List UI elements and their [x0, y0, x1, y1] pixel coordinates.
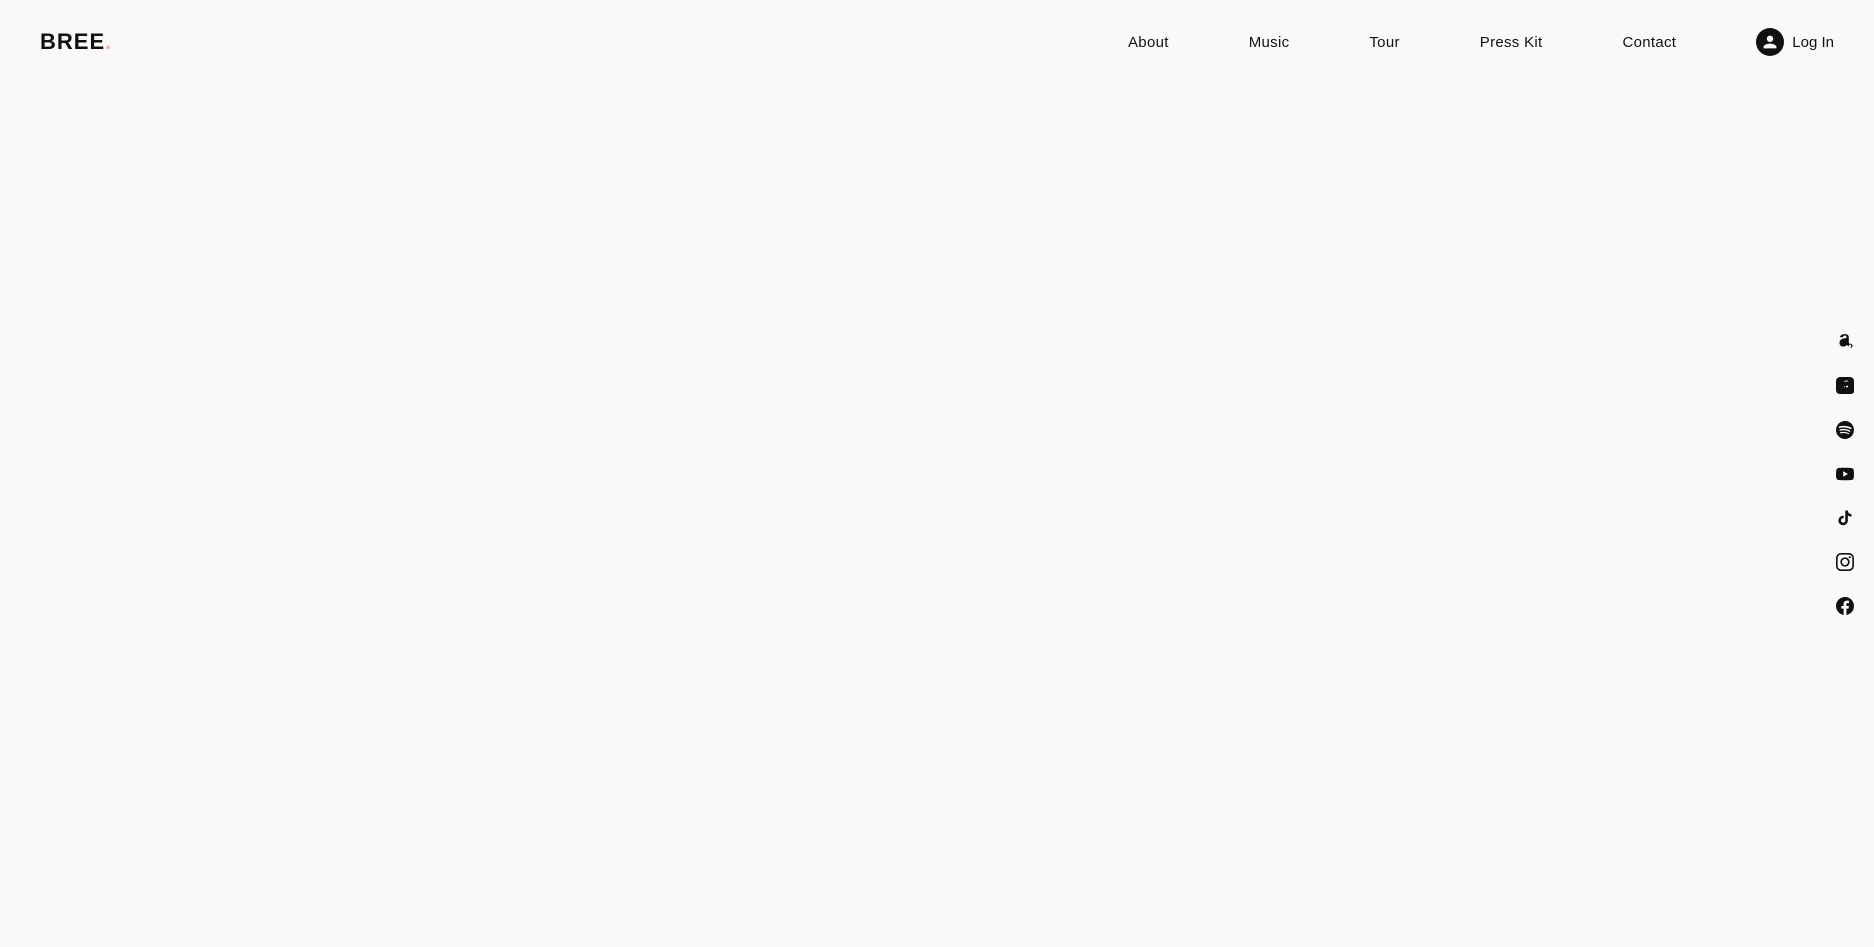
- spotify-icon[interactable]: [1834, 419, 1856, 441]
- instagram-icon[interactable]: [1834, 551, 1856, 573]
- nav-music[interactable]: Music: [1249, 34, 1290, 51]
- login-button[interactable]: Log In: [1756, 28, 1834, 56]
- site-header: BREE. About Music Tour Press Kit Contact…: [0, 0, 1874, 84]
- logo-dot: .: [105, 29, 112, 54]
- social-sidebar: [1834, 331, 1856, 617]
- amazon-music-icon[interactable]: [1834, 331, 1856, 353]
- nav-contact[interactable]: Contact: [1622, 34, 1676, 51]
- person-icon: [1762, 34, 1778, 50]
- nav-press-kit[interactable]: Press Kit: [1480, 34, 1543, 51]
- nav-about[interactable]: About: [1128, 34, 1169, 51]
- apple-music-icon[interactable]: [1834, 375, 1856, 397]
- account-icon: [1756, 28, 1784, 56]
- main-content: [0, 0, 1874, 863]
- login-label: Log In: [1792, 34, 1834, 51]
- youtube-icon[interactable]: [1834, 463, 1856, 485]
- nav-tour[interactable]: Tour: [1369, 34, 1399, 51]
- tiktok-icon[interactable]: [1834, 507, 1856, 529]
- logo-text: BREE: [40, 29, 105, 54]
- site-logo[interactable]: BREE.: [40, 29, 112, 55]
- facebook-icon[interactable]: [1834, 595, 1856, 617]
- main-nav: About Music Tour Press Kit Contact Log I…: [1128, 28, 1834, 56]
